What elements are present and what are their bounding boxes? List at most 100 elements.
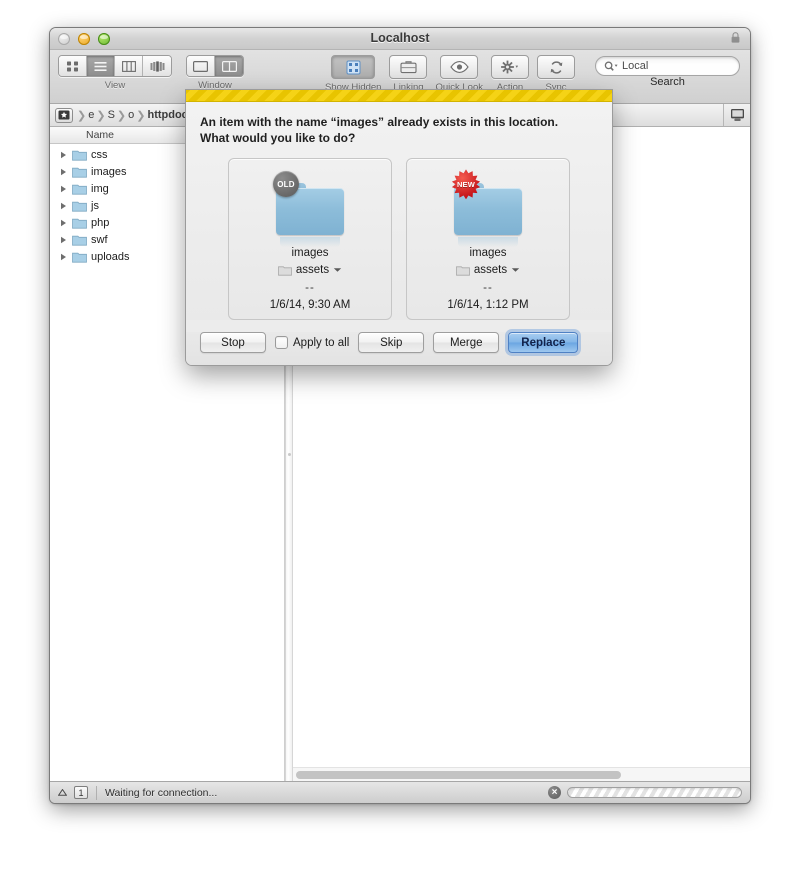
disclosure-triangle-icon[interactable] — [58, 168, 68, 176]
folder-icon — [72, 252, 87, 263]
status-count-badge: 1 — [74, 786, 88, 799]
old-file-icon-area: OLD — [237, 169, 383, 248]
search-group: Local Search — [595, 56, 740, 88]
show-hidden-group: Show Hidden — [325, 55, 381, 93]
status-divider — [96, 785, 97, 800]
new-file-card[interactable]: NEW images assets -- 1/6/14, 1:12 PM — [406, 158, 570, 321]
status-message: Waiting for connection... — [105, 786, 218, 799]
lock-icon — [731, 32, 740, 43]
breadcrumb-separator: ❯ — [96, 109, 106, 122]
merge-button[interactable]: Merge — [433, 332, 500, 354]
folder-icon — [72, 150, 87, 161]
list-item-label: uploads — [91, 250, 130, 263]
sync-button[interactable] — [537, 55, 575, 79]
new-file-size: -- — [483, 282, 493, 295]
breadcrumb-item-2[interactable]: S — [108, 109, 115, 121]
folder-icon — [72, 184, 87, 195]
breadcrumb-item-1[interactable]: e — [88, 109, 94, 121]
view-segmented-control[interactable] — [58, 55, 172, 77]
search-icon — [604, 61, 618, 71]
scrollbar-thumb[interactable] — [296, 770, 621, 779]
show-hidden-icon — [346, 60, 361, 74]
new-file-location[interactable]: assets — [415, 264, 561, 276]
queue-toggle-icon[interactable] — [56, 789, 68, 796]
search-input[interactable]: Local — [595, 56, 740, 76]
old-file-card[interactable]: OLD images assets -- 1/6/14, 9:30 AM — [228, 158, 392, 321]
old-file-location[interactable]: assets — [237, 264, 383, 276]
list-item-label: images — [91, 165, 127, 178]
new-badge: NEW — [451, 169, 481, 200]
list-item-label: swf — [91, 233, 108, 246]
skip-button[interactable]: Skip — [358, 332, 425, 354]
status-bar: 1 Waiting for connection... × — [50, 781, 750, 803]
segment-column-view[interactable] — [115, 56, 143, 76]
apply-to-all-checkbox[interactable] — [275, 336, 288, 350]
quick-look-button[interactable] — [440, 55, 479, 79]
dialog-message: An item with the name “images” already e… — [200, 115, 559, 146]
segment-coverflow-view[interactable] — [143, 56, 171, 76]
view-group: View — [58, 55, 172, 91]
action-button[interactable] — [491, 55, 529, 79]
disclosure-triangle-icon[interactable] — [58, 236, 68, 244]
search-value: Local — [622, 60, 649, 72]
folder-icon — [72, 167, 87, 178]
new-file-icon-area: NEW — [415, 169, 561, 248]
breadcrumb-separator: ❯ — [116, 109, 127, 122]
sync-group: Sync — [537, 55, 575, 93]
breadcrumb-item-3[interactable]: o — [128, 109, 134, 121]
linking-button[interactable] — [389, 55, 428, 79]
computer-view-button[interactable] — [723, 104, 750, 126]
dialog-stripe-header — [186, 90, 612, 102]
new-file-location-label: assets — [473, 264, 508, 277]
folder-icon — [277, 266, 292, 276]
stop-transfer-button[interactable]: × — [548, 786, 561, 799]
segment-list-view[interactable] — [87, 56, 115, 76]
horizontal-scrollbar[interactable] — [293, 767, 750, 781]
segment-icon-view[interactable] — [59, 56, 87, 76]
gear-icon — [501, 60, 519, 74]
conflict-dialog: An item with the name “images” already e… — [186, 90, 612, 366]
chevron-down-icon[interactable] — [333, 267, 342, 273]
segment-single-pane[interactable] — [187, 56, 215, 76]
new-file-name: images — [469, 247, 507, 260]
sync-icon — [550, 60, 562, 74]
window-title: Localhost — [370, 31, 430, 45]
disclosure-triangle-icon[interactable] — [58, 202, 68, 210]
action-group: Action — [491, 55, 529, 93]
disclosure-triangle-icon[interactable] — [58, 151, 68, 159]
segment-split-pane[interactable] — [215, 56, 243, 76]
progress-bar — [567, 787, 742, 798]
search-label: Search — [650, 76, 685, 88]
window-group: Window — [186, 55, 244, 91]
replace-button[interactable]: Replace — [508, 332, 579, 354]
folder-icon — [72, 235, 87, 246]
list-item-label: php — [91, 216, 110, 229]
dialog-actions: Stop Apply to all Skip Merge Replace — [186, 332, 612, 366]
old-file-date: 1/6/14, 9:30 AM — [269, 299, 351, 312]
eye-icon — [450, 61, 469, 73]
list-item-label: img — [91, 182, 109, 195]
linking-group: Linking — [389, 55, 428, 93]
view-label: View — [104, 80, 126, 91]
disclosure-triangle-icon[interactable] — [58, 253, 68, 261]
old-file-size: -- — [305, 282, 315, 295]
old-file-location-label: assets — [295, 264, 330, 277]
old-file-name: images — [291, 247, 329, 260]
disclosure-triangle-icon[interactable] — [58, 219, 68, 227]
new-badge-label: NEW — [456, 179, 476, 189]
apply-to-all-row[interactable]: Apply to all — [275, 336, 350, 350]
apply-to-all-label: Apply to all — [293, 336, 350, 349]
chevron-down-icon[interactable] — [511, 267, 520, 273]
disclosure-triangle-icon[interactable] — [58, 185, 68, 193]
folder-icon — [455, 266, 470, 276]
breadcrumb-separator: ❯ — [77, 109, 87, 122]
stop-button[interactable]: Stop — [200, 332, 266, 354]
computer-icon — [730, 109, 744, 121]
file-comparison: OLD images assets -- 1/6/14, 9:30 AM NEW… — [200, 158, 598, 321]
briefcase-icon — [400, 61, 417, 74]
breadcrumb-home-button[interactable] — [55, 107, 73, 123]
show-hidden-button[interactable] — [331, 55, 376, 79]
window-segmented-control[interactable] — [186, 55, 244, 77]
star-drive-icon — [58, 110, 70, 120]
folder-icon — [72, 218, 87, 229]
